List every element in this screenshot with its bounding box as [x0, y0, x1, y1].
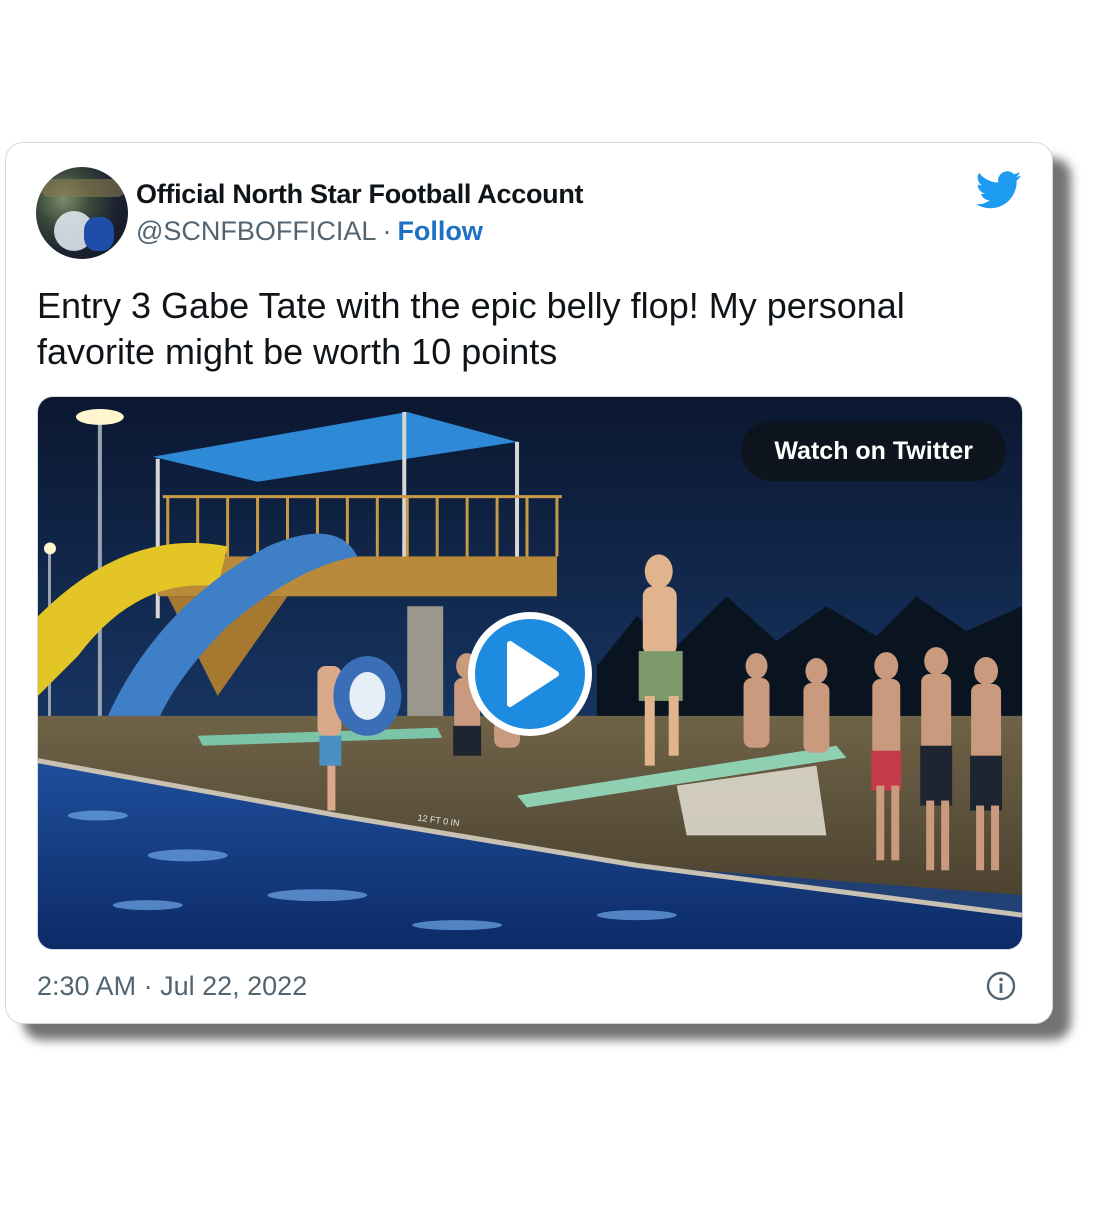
- tweet-time: 2:30 AM: [37, 971, 137, 1001]
- avatar-detail: [41, 179, 125, 197]
- play-icon: [507, 641, 559, 707]
- author-handle[interactable]: @SCNFBOFFICIAL: [136, 216, 376, 246]
- twitter-bird-icon[interactable]: [976, 171, 1022, 209]
- follow-button[interactable]: Follow: [397, 216, 482, 246]
- author-handle-row: @SCNFBOFFICIAL · Follow: [136, 216, 483, 247]
- avatar-detail: [84, 217, 114, 251]
- play-button[interactable]: [468, 612, 592, 736]
- tweet-card[interactable]: Official North Star Football Account @SC…: [5, 142, 1053, 1024]
- tweet-timestamp[interactable]: 2:30 AM · Jul 22, 2022: [37, 971, 307, 1002]
- tweet-text: Entry 3 Gabe Tate with the epic belly fl…: [37, 285, 905, 372]
- info-icon[interactable]: [986, 971, 1016, 1001]
- author-avatar[interactable]: [36, 167, 128, 259]
- watch-on-twitter-button[interactable]: Watch on Twitter: [741, 421, 1006, 481]
- separator-dot: ·: [382, 216, 392, 246]
- author-name[interactable]: Official North Star Football Account: [136, 179, 584, 210]
- separator-dot: ·: [143, 971, 153, 1001]
- video-player[interactable]: 12 FT 0 IN Watch on Twitter: [37, 396, 1023, 950]
- tweet-date: Jul 22, 2022: [160, 971, 308, 1001]
